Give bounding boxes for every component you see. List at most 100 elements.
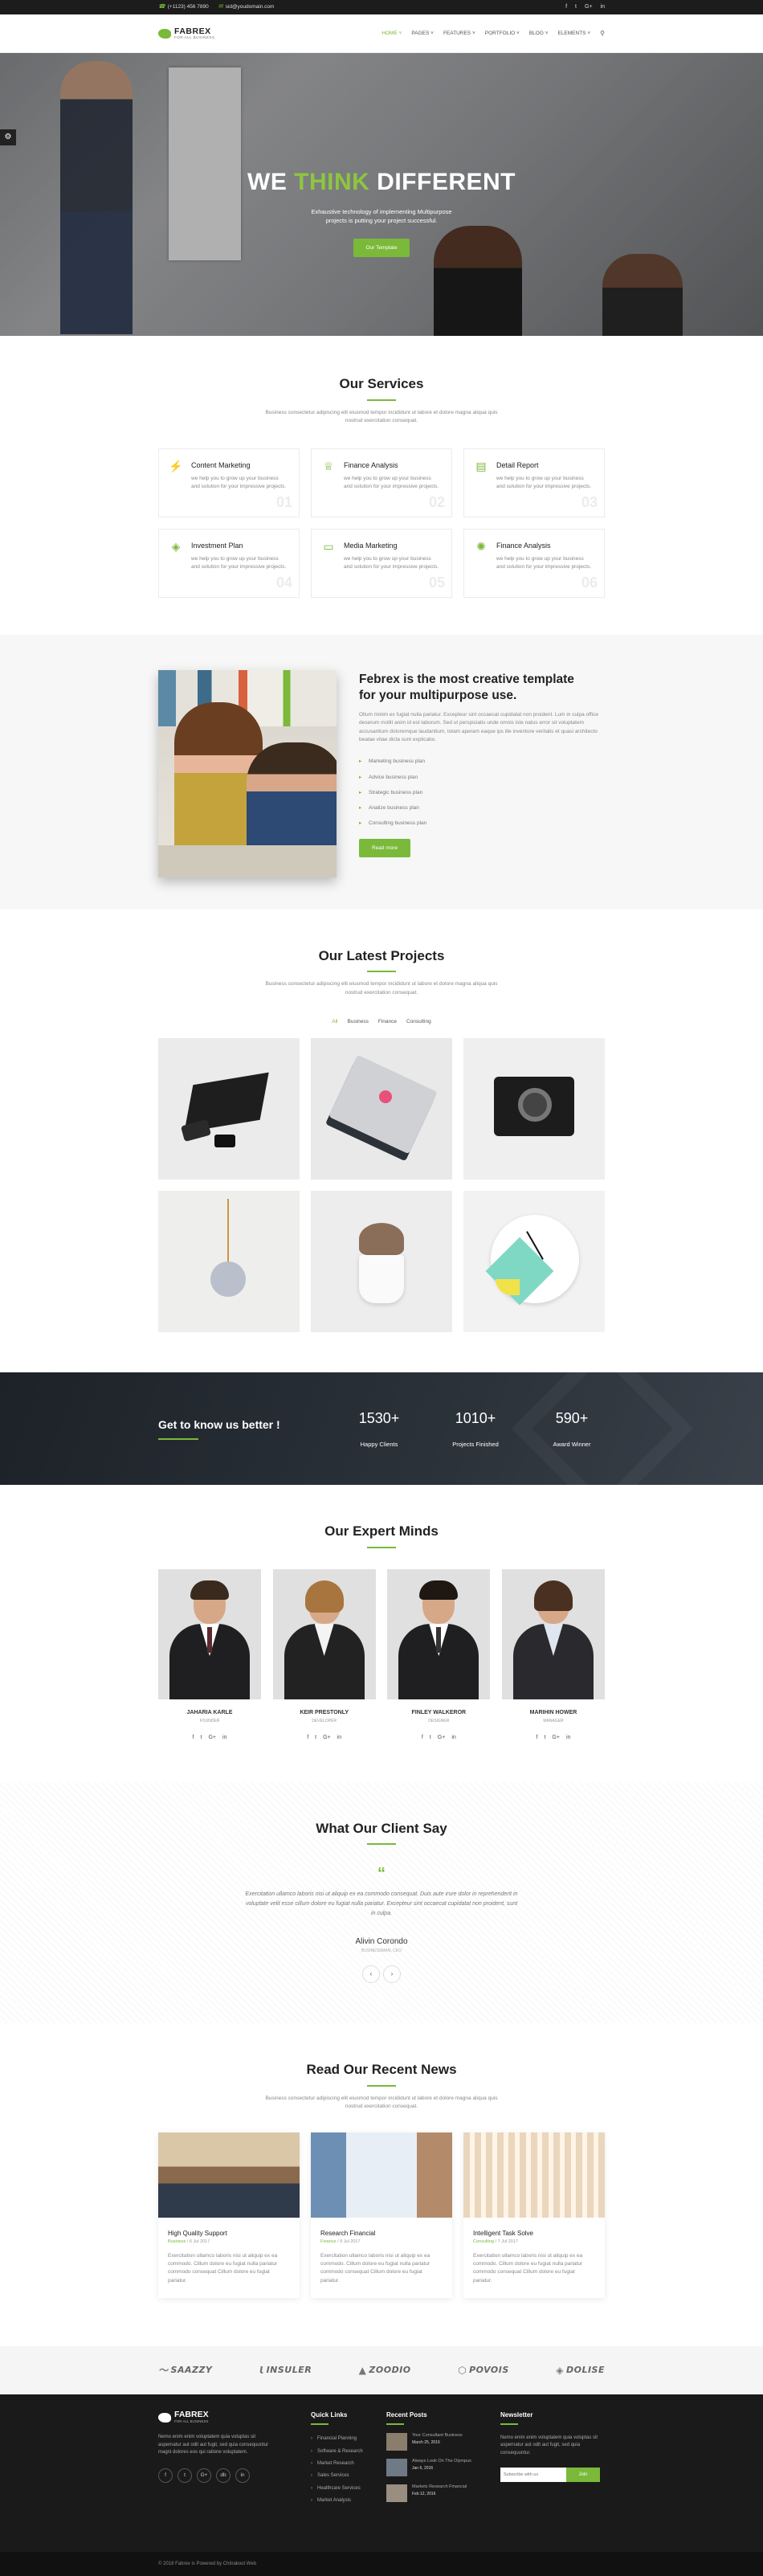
linkedin-icon[interactable]: in [451,1734,455,1742]
facebook-icon[interactable]: f [307,1734,308,1742]
stat-item: 1530+ Happy Clients [358,1410,400,1448]
google-plus-icon[interactable]: G+ [585,3,593,11]
member-photo[interactable] [158,1569,261,1700]
partner-logo[interactable]: ◈ DOLISE [556,2364,605,2378]
filter-all[interactable]: All [332,1018,337,1025]
nav-pages[interactable]: PAGES ˅ [411,30,434,37]
linkedin-icon[interactable]: in [222,1734,226,1742]
news-card[interactable]: Research Financial Finance / 9 Jul 2017 … [311,2132,452,2299]
settings-gear-icon[interactable]: ⚙ [0,129,16,145]
footer-logo[interactable]: FABREX FOR ALL BUSINESS [158,2410,311,2424]
facebook-icon[interactable]: f [537,1734,538,1742]
google-plus-icon[interactable]: G+ [552,1734,560,1742]
project-laptop-image[interactable] [158,1038,300,1180]
tablet-chart-image [311,2132,452,2218]
chart-icon: ⚡ [169,459,183,472]
phone-contact[interactable]: ☎ (+1123) 456 7890 [158,3,209,11]
news-title[interactable]: Research Financial [320,2229,443,2238]
nav-home[interactable]: HOME ˅ [382,30,402,37]
project-clock-image[interactable] [463,1191,605,1333]
footer-heading: Recent Posts [386,2411,427,2419]
newsletter-email-input[interactable] [500,2467,566,2482]
google-plus-icon[interactable]: G+ [208,1734,216,1742]
swoosh-icon: 〜 [158,2364,169,2376]
news-section: Read Our Recent News Business consectetu… [0,2023,763,2346]
recent-post[interactable]: Your Consultant Business March 25, 2016 [386,2432,500,2451]
read-more-button[interactable]: Read more [359,838,411,857]
dribbble-icon[interactable]: db [216,2468,231,2483]
prev-arrow-icon[interactable]: ‹ [362,1965,380,1984]
search-icon[interactable]: ⚲ [600,29,605,38]
project-plant-image[interactable] [311,1191,452,1333]
section-title: Our Latest Projects [318,947,445,963]
google-plus-icon[interactable]: G+ [438,1734,446,1742]
partner-logo[interactable]: ⬡ POVOIS [458,2364,509,2378]
footer-link[interactable]: Market Research [311,2458,386,2470]
filter-finance[interactable]: Finance [378,1018,397,1025]
linkedin-icon[interactable]: in [337,1734,341,1742]
service-card[interactable]: ◈ Investment Plan we help you to grow up … [158,528,300,598]
footer-link[interactable]: Market Analysis [311,2495,386,2507]
partner-logo[interactable]: ▲ ZOODIO [359,2364,411,2378]
filter-business[interactable]: Business [348,1018,369,1025]
recent-post[interactable]: Always Look On The Olympus Jan 6, 2016 [386,2458,500,2476]
mountain-icon: ▲ [358,2364,367,2376]
nav-portfolio[interactable]: PORTFOLIO ˅ [485,30,520,37]
partner-logo[interactable]: 〜 SAAZZY [158,2364,212,2378]
linkedin-icon[interactable]: in [566,1734,570,1742]
list-item: Strategic business plan [359,785,600,800]
nav-blog[interactable]: BLOG ˅ [529,30,549,37]
twitter-icon[interactable]: t [177,2468,192,2483]
member-photo[interactable] [501,1569,605,1700]
partner-logo[interactable]: Ɩ INSULER [259,2364,312,2378]
footer-link[interactable]: Software & Research [311,2445,386,2457]
site-footer: FABREX FOR ALL BUSINESS Nemo enim enim vo… [0,2394,763,2553]
service-card[interactable]: ⚡ Content Marketing we help you to grow u… [158,448,300,517]
project-notebook-image[interactable] [311,1038,452,1180]
our-template-button[interactable]: Our Template [353,238,410,257]
recent-post[interactable]: Markets Research Financial Feb 12, 2016 [386,2484,500,2502]
google-plus-icon[interactable]: G+ [323,1734,331,1742]
twitter-icon[interactable]: t [315,1734,316,1742]
news-card[interactable]: High Quality Support Business / 6 Jul 20… [158,2132,300,2299]
google-plus-icon[interactable]: G+ [197,2468,211,2483]
member-photo[interactable] [272,1569,376,1700]
nav-features[interactable]: FEATURES ˅ [443,30,475,37]
member-photo[interactable] [387,1569,491,1700]
facebook-icon[interactable]: f [193,1734,194,1742]
news-title[interactable]: High Quality Support [168,2229,290,2238]
news-title[interactable]: Intelligent Task Solve [473,2229,595,2238]
linkedin-icon[interactable]: in [235,2468,250,2483]
linkedin-icon[interactable]: in [601,3,605,11]
service-card[interactable]: ▤ Detail Report we help you to grow up yo… [463,448,605,517]
service-card[interactable]: ♕ Finance Analysis we help you to grow up… [311,448,452,517]
twitter-icon[interactable]: t [201,1734,202,1742]
twitter-icon[interactable]: t [575,3,577,11]
section-desc: Business consectetur adipiscing elit eiu… [265,409,498,424]
about-title: Febrex is the most creative template for… [359,672,574,702]
service-card[interactable]: ▭ Media Marketing we help you to grow up … [311,528,452,598]
nav-elements[interactable]: ELEMENTS ˅ [557,30,590,37]
project-pendant-image[interactable] [158,1191,300,1333]
footer-link[interactable]: Financial Planning [311,2433,386,2445]
title-underline [367,971,396,973]
footer-link[interactable]: Sales Services [311,2470,386,2482]
document-icon: ▤ [475,459,487,472]
title-underline [367,1547,396,1549]
project-camera-image[interactable] [463,1038,605,1180]
post-thumbnail [386,2458,407,2476]
facebook-icon[interactable]: f [158,2468,173,2483]
email-contact[interactable]: ✉ sid@youdomain.com [218,3,275,11]
next-arrow-icon[interactable]: › [383,1965,401,1984]
news-card[interactable]: Intelligent Task Solve Consulting / 7 Ju… [463,2132,605,2299]
facebook-icon[interactable]: f [565,3,567,11]
filter-consulting[interactable]: Consulting [406,1018,431,1025]
service-card[interactable]: ✺ Finance Analysis we help you to grow up… [463,528,605,598]
twitter-icon[interactable]: t [430,1734,431,1742]
facebook-icon[interactable]: f [422,1734,423,1742]
gear-icon: ✺ [476,539,486,553]
twitter-icon[interactable]: t [544,1734,545,1742]
join-button[interactable]: Join [566,2467,600,2482]
site-logo[interactable]: FABREX FOR ALL BUSINESS [158,27,214,41]
footer-link[interactable]: Healthcare Services [311,2482,386,2494]
